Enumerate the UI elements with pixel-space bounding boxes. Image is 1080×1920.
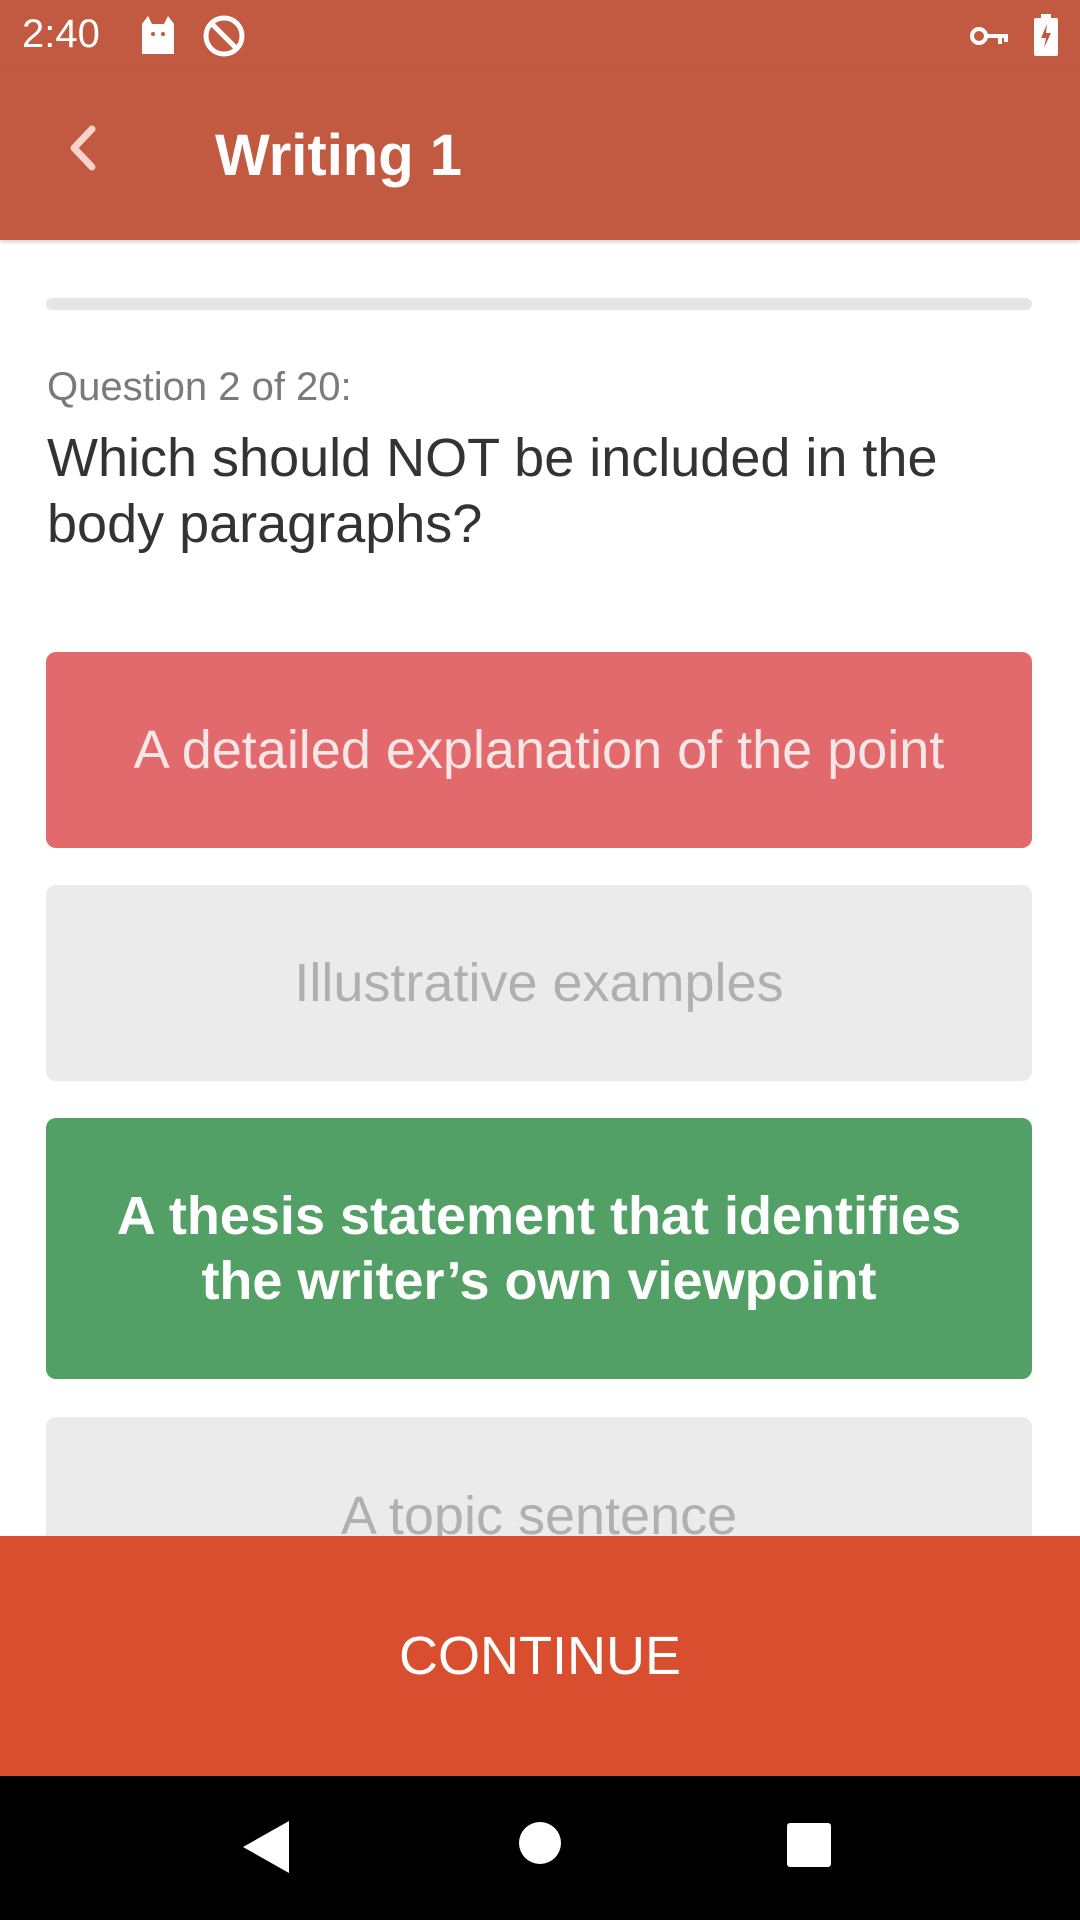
page-title: Writing 1 bbox=[215, 123, 463, 188]
do-not-disturb-icon bbox=[202, 14, 246, 63]
continue-label: CONTINUE bbox=[399, 1626, 681, 1686]
answer-option-label: A thesis statement that identifies the w… bbox=[116, 1185, 962, 1311]
continue-button[interactable]: CONTINUE bbox=[0, 1536, 1080, 1776]
back-button[interactable] bbox=[50, 118, 114, 182]
back-triangle-icon[interactable] bbox=[243, 1821, 289, 1878]
status-time: 2:40 bbox=[22, 12, 100, 56]
recents-square-icon[interactable] bbox=[787, 1823, 831, 1872]
answer-option-2[interactable]: Illustrative examples bbox=[46, 885, 1032, 1081]
answer-option-3[interactable]: A thesis statement that identifies the w… bbox=[46, 1118, 1032, 1379]
answer-option-label: A detailed explanation of the point bbox=[133, 720, 945, 780]
battery-charging-icon bbox=[1034, 14, 1058, 61]
cat-notification-icon bbox=[138, 14, 178, 61]
system-nav-bar bbox=[0, 1776, 1080, 1920]
answer-option-1[interactable]: A detailed explanation of the point bbox=[46, 652, 1032, 848]
question-text: Which should NOT be included in the body… bbox=[47, 428, 938, 554]
question-counter: Question 2 of 20: bbox=[47, 365, 352, 409]
answer-option-label: Illustrative examples bbox=[294, 953, 784, 1013]
status-bar: 2:40 bbox=[0, 0, 1080, 72]
vpn-key-icon bbox=[970, 24, 1010, 53]
app-bar: Writing 1 bbox=[0, 72, 1080, 240]
quiz-progress-bar bbox=[46, 298, 1032, 310]
chevron-left-icon bbox=[62, 123, 102, 178]
home-circle-icon[interactable] bbox=[518, 1821, 562, 1870]
